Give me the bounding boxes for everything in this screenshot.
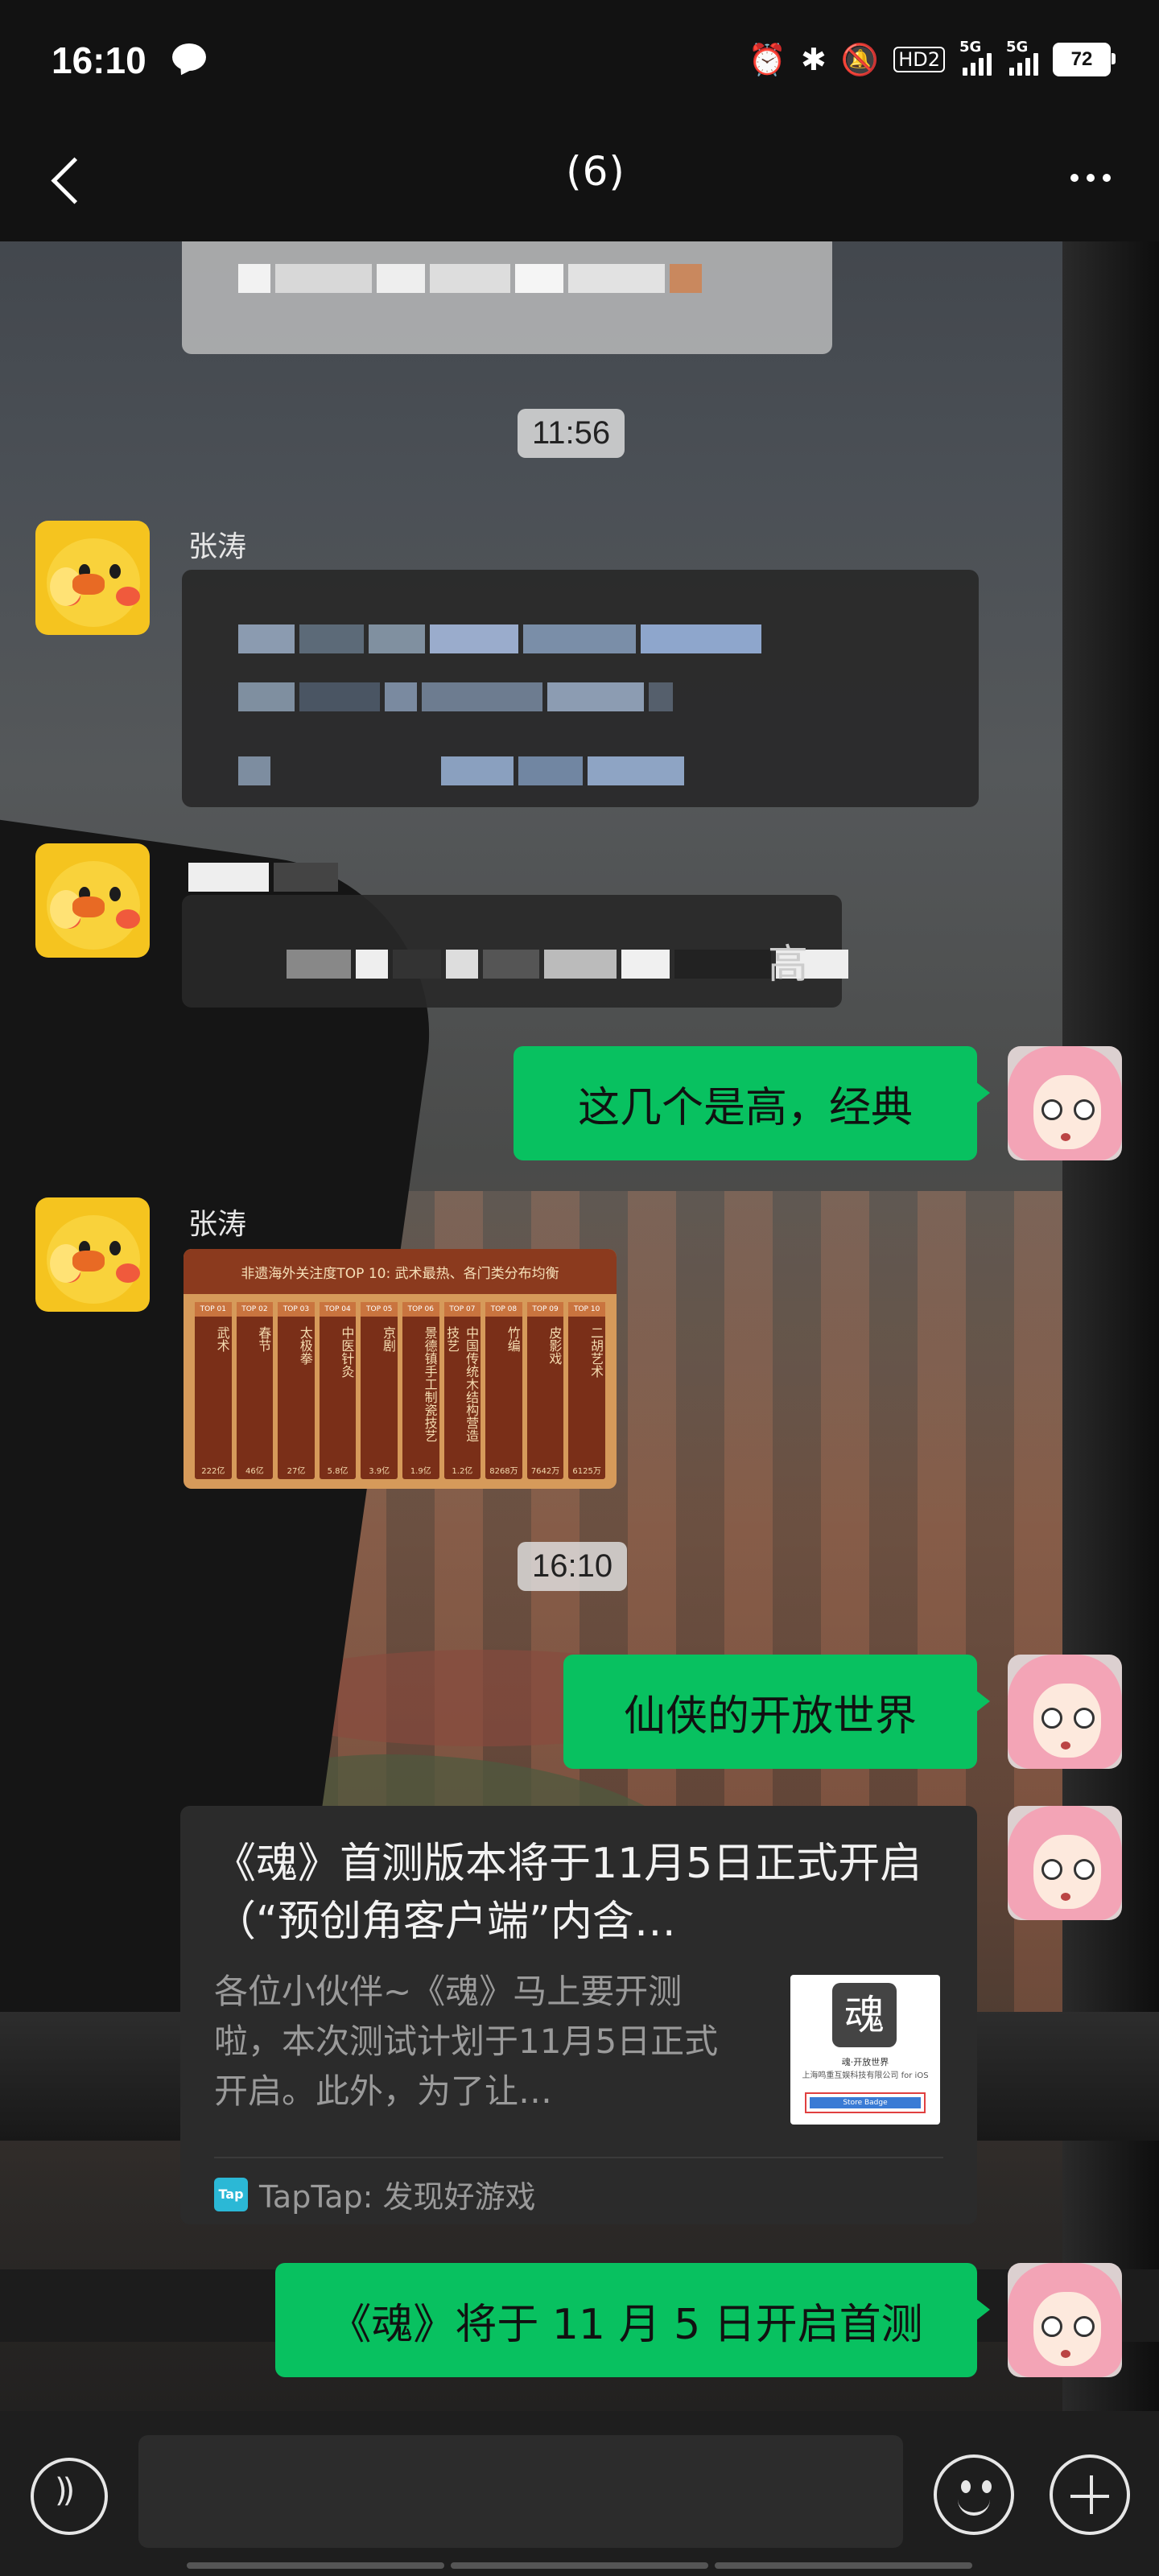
status-time: 16:10 xyxy=(52,39,146,81)
chat-title: (6) xyxy=(0,145,1159,195)
battery-icon: 72 xyxy=(1053,43,1116,76)
message-bubble-self[interactable]: 这几个是高，经典 xyxy=(514,1046,990,1160)
taptap-icon: Tap xyxy=(214,2177,248,2211)
image-column-rank: TOP 01 xyxy=(195,1302,232,1317)
more-button[interactable] xyxy=(1054,150,1127,206)
plus-icon[interactable] xyxy=(1050,2454,1130,2535)
image-column-name: 京剧 xyxy=(380,1326,396,1352)
image-column-value: 46亿 xyxy=(245,1467,264,1476)
link-card-description: 各位小伙伴~《魂》马上要开测啦，本次测试计划于11月5日正式开启。此外，为了让… xyxy=(214,1972,719,2111)
hd-icon: HD2 xyxy=(893,47,945,72)
message-bubble-self[interactable]: 《魂》将于 11 月 5 日开启首测 xyxy=(275,2263,990,2377)
image-column-rank: TOP 09 xyxy=(526,1302,564,1317)
image-column-name: 中国传统木结构营造技艺 xyxy=(444,1326,480,1442)
image-column-value: 6125万 xyxy=(572,1467,601,1476)
image-column-rank: TOP 08 xyxy=(485,1302,522,1317)
emoji-icon[interactable] xyxy=(934,2454,1014,2535)
image-column-rank: TOP 06 xyxy=(402,1302,439,1317)
timestamp: 16:10 xyxy=(518,1542,628,1591)
signal-icon-2: 5G xyxy=(1006,39,1038,76)
message-bubble-self[interactable]: 仙侠的开放世界 xyxy=(563,1655,990,1769)
avatar-sender[interactable] xyxy=(35,1197,150,1312)
battery-level: 72 xyxy=(1070,48,1093,70)
redacted-sender-name xyxy=(188,863,338,892)
mute-icon: 🔕 xyxy=(840,42,880,77)
image-column-value: 7642万 xyxy=(530,1467,560,1476)
avatar-self[interactable] xyxy=(1008,1046,1122,1160)
redacted-tail-char: 高 xyxy=(768,941,808,987)
image-column-name: 太极拳 xyxy=(297,1326,313,1365)
image-column: TOP 07 中国传统木结构营造技艺 1.2亿 xyxy=(443,1302,481,1479)
image-column-rank: TOP 02 xyxy=(236,1302,274,1317)
link-card-thumbnail: 魂 魂·开放世界 上海鸣重互娱科技有限公司 for iOS Store Badg… xyxy=(790,1975,940,2125)
avatar-sender[interactable] xyxy=(35,521,150,635)
image-column-name: 中医针灸 xyxy=(339,1326,355,1378)
image-column: TOP 02 春节 46亿 xyxy=(236,1302,274,1479)
avatar-self[interactable] xyxy=(1008,1806,1122,1920)
image-column-rank: TOP 03 xyxy=(278,1302,315,1317)
image-column: TOP 03 太极拳 27亿 xyxy=(278,1302,315,1479)
status-bar: 16:10 ⏰ ✱ 🔕 HD2 5G 5G 72 xyxy=(0,0,1159,121)
image-column-value: 1.9亿 xyxy=(410,1467,431,1476)
sender-name: 张涛 xyxy=(188,530,247,563)
link-card[interactable]: 《魂》首测版本将于11月5日正式开启（“预创角客户端”内含… 各位小伙伴~《魂》… xyxy=(180,1806,977,2224)
image-column: TOP 04 中医针灸 5.8亿 xyxy=(319,1302,357,1479)
image-column: TOP 08 竹编 8268万 xyxy=(485,1302,522,1479)
link-card-title: 《魂》首测版本将于11月5日正式开启（“预创角客户端”内含… xyxy=(214,1840,922,1946)
link-card-source: Tap TapTap: 发现好游戏 xyxy=(214,2172,536,2216)
redacted-message-top[interactable] xyxy=(182,241,832,354)
image-column-value: 222亿 xyxy=(201,1467,225,1476)
avatar-self[interactable] xyxy=(1008,2263,1122,2377)
chat-header: (6) xyxy=(0,121,1159,241)
image-column-name: 竹编 xyxy=(505,1326,521,1352)
image-column-name: 二胡艺术 xyxy=(588,1326,604,1378)
image-column-name: 春节 xyxy=(256,1326,272,1352)
redacted-message[interactable] xyxy=(182,570,979,807)
image-column-rank: TOP 05 xyxy=(361,1302,398,1317)
image-column-value: 5.8亿 xyxy=(327,1467,349,1476)
image-column-value: 1.2亿 xyxy=(452,1467,473,1476)
image-column-value: 27亿 xyxy=(287,1467,306,1476)
image-column: TOP 09 皮影戏 7642万 xyxy=(526,1302,564,1479)
avatar-sender[interactable] xyxy=(35,843,150,958)
status-icons: ⏰ ✱ 🔕 HD2 5G 5G 72 xyxy=(748,39,1116,80)
avatar-self[interactable] xyxy=(1008,1655,1122,1769)
image-column-name: 景德镇手工制瓷技艺 xyxy=(422,1326,438,1442)
voice-icon[interactable] xyxy=(31,2458,108,2535)
more-dots-icon xyxy=(1070,174,1079,182)
image-column-rank: TOP 07 xyxy=(443,1302,481,1317)
timestamp: 11:56 xyxy=(518,409,625,458)
bluetooth-icon: ✱ xyxy=(801,42,827,77)
image-column-rank: TOP 04 xyxy=(319,1302,357,1317)
image-column: TOP 05 京剧 3.9亿 xyxy=(361,1302,398,1479)
redacted-message[interactable]: 高 xyxy=(182,895,848,1008)
system-nav-bar xyxy=(0,2559,1159,2576)
link-card-divider xyxy=(214,2157,943,2158)
input-bar xyxy=(0,2411,1159,2576)
game-logo-icon: 魂 xyxy=(832,1983,897,2047)
image-message[interactable]: 非遗海外关注度TOP 10: 武术最热、各门类分布均衡 TOP 01 武术 222亿… xyxy=(184,1249,617,1489)
link-card-source-label: TapTap: 发现好游戏 xyxy=(259,2179,536,2215)
message-notification-icon xyxy=(172,43,206,71)
image-column-value: 8268万 xyxy=(489,1467,518,1476)
sender-name: 张涛 xyxy=(188,1208,247,1241)
image-header: 非遗海外关注度TOP 10: 武术最热、各门类分布均衡 xyxy=(184,1249,617,1294)
image-column: TOP 06 景德镇手工制瓷技艺 1.9亿 xyxy=(402,1302,439,1479)
image-column-value: 3.9亿 xyxy=(369,1467,390,1476)
title-redacted xyxy=(534,145,567,185)
message-input[interactable] xyxy=(138,2435,903,2548)
image-column: TOP 01 武术 222亿 xyxy=(195,1302,232,1479)
image-columns: TOP 01 武术 222亿 TOP 02 春节 46亿 TOP 03 太极拳 27亿 TOP 0… xyxy=(195,1302,605,1479)
image-column-name: 皮影戏 xyxy=(547,1326,563,1365)
alarm-icon: ⏰ xyxy=(748,42,787,77)
signal-icon-1: 5G xyxy=(959,39,992,76)
image-column-name: 武术 xyxy=(214,1326,230,1352)
image-column-rank: TOP 10 xyxy=(568,1302,605,1317)
image-column: TOP 10 二胡艺术 6125万 xyxy=(568,1302,605,1479)
